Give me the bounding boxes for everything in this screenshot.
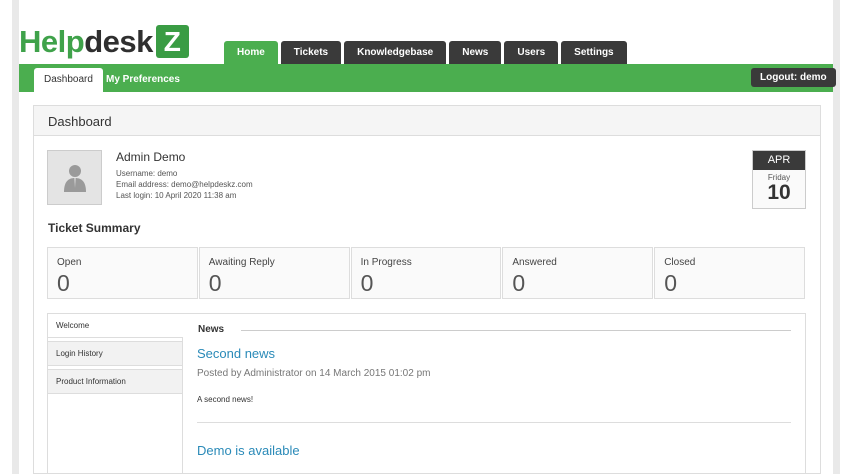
stat-label: Open	[57, 257, 82, 268]
logout-button[interactable]: Logout: demo	[751, 68, 836, 87]
logo-text-desk: desk	[84, 23, 153, 59]
tab-divider	[182, 338, 183, 474]
helpdeskz-logo[interactable]: Help desk Z	[19, 22, 189, 60]
user-username: Username: demo	[116, 169, 178, 178]
stat-value: 0	[57, 270, 70, 296]
user-last-login: Last login: 10 April 2020 11:38 am	[116, 191, 237, 200]
subnav-my-preferences[interactable]: My Preferences	[96, 68, 190, 92]
left-page-border	[12, 0, 19, 474]
side-tab-product-information[interactable]: Product Information	[47, 369, 183, 394]
stat-label: In Progress	[360, 257, 412, 268]
stat-awaiting-reply: Awaiting Reply 0	[198, 247, 350, 299]
news-heading: News	[198, 324, 225, 335]
nav-tab-settings[interactable]: Settings	[561, 41, 627, 65]
stat-value: 0	[664, 270, 677, 296]
ticket-summary: Open 0 Awaiting Reply 0 In Progress 0 An…	[47, 247, 806, 299]
news-heading-rule	[241, 330, 791, 331]
news-separator	[197, 422, 791, 423]
stat-value: 0	[512, 270, 526, 296]
panel-title: Dashboard	[48, 114, 112, 129]
stat-in-progress: In Progress 0	[350, 247, 502, 299]
nav-tab-tickets[interactable]: Tickets	[280, 41, 342, 65]
calendar-day: 10	[767, 181, 791, 204]
stat-answered: Answered 0	[502, 247, 654, 299]
news-item-title[interactable]: Second news	[197, 346, 275, 361]
side-tab-login-history[interactable]: Login History	[47, 341, 183, 366]
date-calendar-widget: APR Friday 10	[752, 150, 806, 209]
nav-tab-home[interactable]: Home	[224, 41, 278, 66]
ticket-summary-title: Ticket Summary	[48, 221, 141, 235]
side-tab-welcome[interactable]: Welcome	[47, 313, 183, 338]
nav-tab-news[interactable]: News	[449, 41, 502, 65]
stat-label: Awaiting Reply	[208, 257, 275, 268]
user-silhouette-icon	[64, 165, 86, 192]
stat-value: 0	[208, 270, 222, 296]
stat-open: Open 0	[47, 247, 198, 299]
stat-label: Closed	[664, 257, 696, 268]
stat-label: Answered	[512, 257, 557, 268]
news-item-body: A second news!	[197, 395, 254, 404]
top-navigation: Home Tickets Knowledgebase News Users Se…	[224, 41, 630, 66]
calendar-month: APR	[753, 151, 805, 170]
logo-text-help: Help	[19, 23, 85, 59]
user-name: Admin Demo	[116, 150, 186, 164]
stat-value: 0	[360, 270, 374, 296]
nav-tab-users[interactable]: Users	[504, 41, 559, 65]
news-item-meta: Posted by Administrator on 14 March 2015…	[197, 368, 431, 379]
stat-closed: Closed 0	[654, 247, 805, 299]
nav-tab-knowledgebase[interactable]: Knowledgebase	[344, 41, 447, 65]
subnav-dashboard[interactable]: Dashboard	[34, 68, 103, 92]
logo-z-badge: Z	[155, 24, 189, 58]
panel-header: Dashboard	[34, 106, 820, 136]
user-email: Email address: demo@helpdeskz.com	[116, 180, 253, 189]
news-item-title[interactable]: Demo is available	[197, 443, 300, 458]
avatar	[47, 150, 102, 205]
